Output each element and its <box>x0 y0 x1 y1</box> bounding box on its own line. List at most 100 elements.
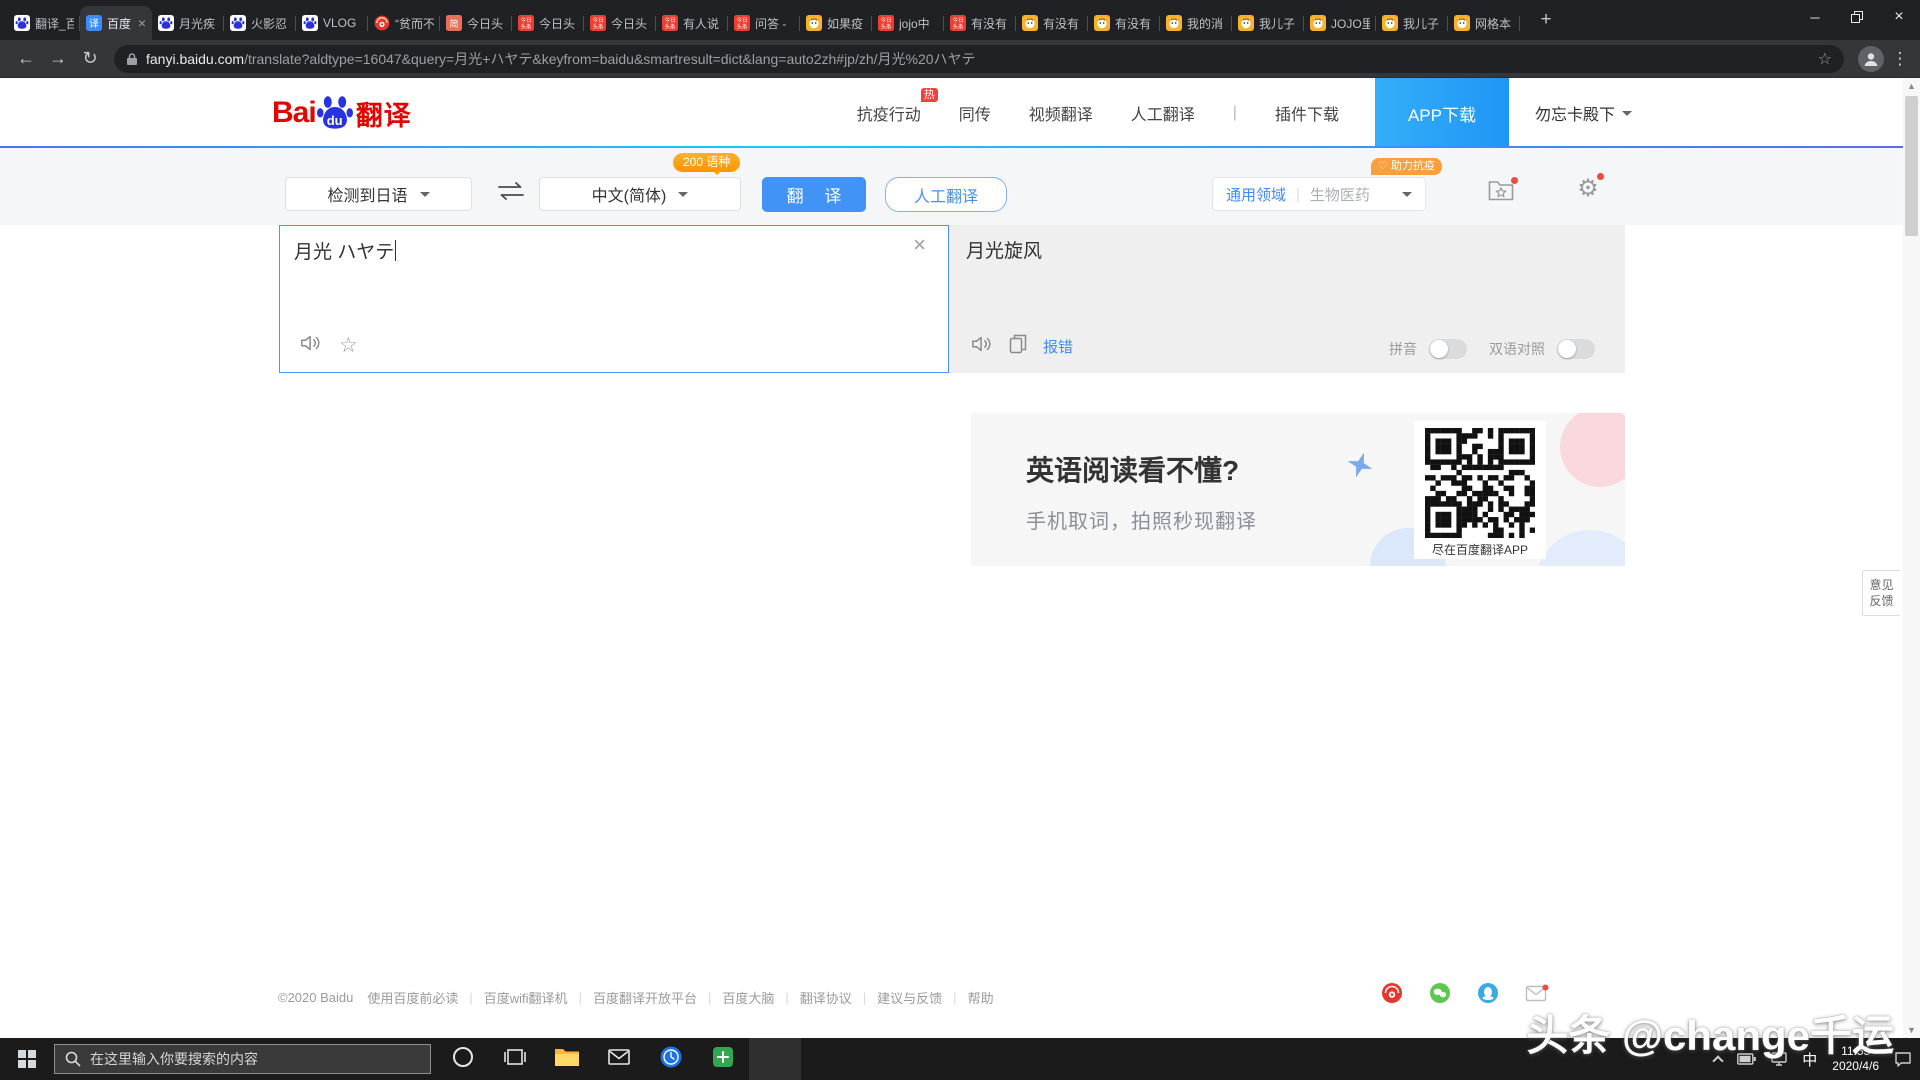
pinyin-toggle[interactable] <box>1429 339 1467 359</box>
browser-tab[interactable]: 我儿子 <box>1232 6 1304 40</box>
windows-logo-icon <box>18 1050 36 1068</box>
decor-circle <box>1535 530 1625 566</box>
user-menu[interactable]: 勿忘卡殿下 <box>1535 101 1632 125</box>
footer-link-4[interactable]: 翻译协议 <box>800 988 852 1007</box>
taskbar-alarms-app-button[interactable] <box>645 1038 697 1080</box>
browser-tab[interactable]: 翻译_百 <box>8 6 80 40</box>
browser-tab[interactable]: 简今日头 <box>440 6 512 40</box>
taskbar-task-view-button[interactable] <box>489 1038 541 1080</box>
browser-tab[interactable]: 我儿子 <box>1376 6 1448 40</box>
weibo-icon[interactable] <box>1381 982 1403 1004</box>
start-button[interactable] <box>0 1038 54 1080</box>
browser-tab[interactable]: VLOG <box>296 6 368 40</box>
tab-title: JOJO里 <box>1331 15 1370 32</box>
baidu-fanyi-logo[interactable]: Bai du 翻译 <box>272 94 412 133</box>
page-scrollbar[interactable]: ▲ ▼ <box>1903 78 1920 1038</box>
browser-tab[interactable]: 今日头条问答 - <box>728 6 800 40</box>
bilingual-label: 双语对照 <box>1489 339 1545 359</box>
taskbar-mail-app-button[interactable] <box>593 1038 645 1080</box>
profile-avatar[interactable] <box>1858 46 1884 72</box>
back-button[interactable]: ← <box>10 43 42 75</box>
scrollbar-thumb[interactable] <box>1905 96 1918 236</box>
footer-link-0[interactable]: 使用百度前必读 <box>367 988 458 1007</box>
settings-button[interactable]: ⚙ <box>1574 175 1602 203</box>
baidu-paw-icon: du <box>317 94 353 132</box>
bookmark-star-icon[interactable]: ☆ <box>1818 49 1832 69</box>
browser-tab[interactable]: 如果疫 <box>800 6 872 40</box>
browser-tab[interactable]: 有没有 <box>1088 6 1160 40</box>
taskbar-green-app-button[interactable] <box>697 1038 749 1080</box>
browser-tab[interactable]: 有没有 <box>1016 6 1088 40</box>
browser-tab[interactable]: 我的消 <box>1160 6 1232 40</box>
footer-link-5[interactable]: 建议与反馈 <box>877 988 942 1007</box>
feedback-tab[interactable]: 意见 反馈 <box>1862 570 1900 616</box>
mail-icon[interactable] <box>1525 983 1549 1003</box>
browser-tab[interactable]: “贫而不 <box>368 6 440 40</box>
domain-biomed-label: 生物医药 <box>1310 184 1370 205</box>
scroll-up-arrow[interactable]: ▲ <box>1903 78 1920 94</box>
forward-button[interactable]: → <box>42 43 74 75</box>
translate-button[interactable]: 翻 译 <box>762 177 866 212</box>
speaker-icon[interactable] <box>300 333 322 358</box>
speaker-icon[interactable] <box>971 334 993 359</box>
address-bar[interactable]: fanyi.baidu.com/translate?aldtype=16047&… <box>114 45 1844 73</box>
browser-tab[interactable]: 月光疾 <box>152 6 224 40</box>
maximize-button[interactable] <box>1836 0 1878 34</box>
app-download-button[interactable]: APP下载 <box>1375 78 1509 148</box>
nav-item-2[interactable]: 视频翻译 <box>1029 101 1093 125</box>
browser-tab[interactable]: JOJO里 <box>1304 6 1376 40</box>
report-error-link[interactable]: 报错 <box>1043 336 1073 357</box>
nav-item-3[interactable]: 人工翻译 <box>1131 101 1195 125</box>
sparkle-icon <box>1346 451 1374 484</box>
phrase-collection-button[interactable] <box>1488 179 1516 207</box>
taskbar-search-box[interactable]: 在这里输入你要搜索的内容 <box>54 1044 431 1074</box>
taskbar-chrome-button[interactable] <box>749 1038 801 1080</box>
footer-link-6[interactable]: 帮助 <box>968 988 994 1007</box>
browser-tab[interactable]: 网格本 <box>1448 6 1520 40</box>
domain-selector[interactable]: 通用领域 | 生物医药 <box>1212 177 1426 211</box>
footer-link-2[interactable]: 百度翻译开放平台 <box>593 988 697 1007</box>
browser-tab[interactable]: 今日头条有没有 <box>944 6 1016 40</box>
footer-link-3[interactable]: 百度大脑 <box>722 988 774 1007</box>
swap-languages-button[interactable] <box>496 181 526 206</box>
target-language-select[interactable]: 中文(简体) <box>539 177 741 211</box>
source-language-select[interactable]: 检测到日语 <box>285 177 472 211</box>
browser-tab[interactable]: 火影忍 <box>224 6 296 40</box>
text-cursor <box>395 240 396 261</box>
taskbar-cortana-button[interactable] <box>437 1038 489 1080</box>
human-translate-button[interactable]: 人工翻译 <box>885 177 1007 212</box>
reload-button[interactable]: ↻ <box>74 43 106 75</box>
bilingual-toggle[interactable] <box>1557 339 1595 359</box>
footer-link-divider: | <box>863 990 866 1005</box>
qr-card: 尽在百度翻译APP <box>1414 421 1546 559</box>
logo-text-bai: Bai <box>272 96 316 130</box>
menu-kebab-icon[interactable]: ⋮ <box>1890 49 1910 69</box>
favorite-star-icon[interactable]: ☆ <box>339 335 358 356</box>
decor-circle <box>1560 413 1625 487</box>
qq-icon[interactable] <box>1477 982 1499 1004</box>
nav-item-4[interactable]: 插件下载 <box>1275 101 1339 125</box>
app-promo-banner[interactable]: 英语阅读看不懂? 手机取词，拍照秒现翻译 尽在百度翻译APP <box>971 413 1625 566</box>
copy-icon[interactable] <box>1009 334 1027 359</box>
new-tab-button[interactable]: + <box>1532 9 1560 33</box>
browser-tab[interactable]: 今日头条今日头 <box>584 6 656 40</box>
wechat-icon[interactable] <box>1429 982 1451 1004</box>
translation-input-panel[interactable]: 月光 ハヤテ × ☆ <box>279 225 949 373</box>
taskbar-file-explorer-button[interactable] <box>541 1038 593 1080</box>
clear-input-button[interactable]: × <box>913 232 926 258</box>
svg-text:译: 译 <box>89 18 99 30</box>
nav-item-0[interactable]: 抗疫行动热 <box>857 101 921 125</box>
minimize-button[interactable]: ─ <box>1794 0 1836 34</box>
jianshu-icon: 简 <box>446 15 462 31</box>
nav-item-1[interactable]: 同传 <box>959 101 991 125</box>
footer-link-1[interactable]: 百度wifi翻译机 <box>484 988 568 1007</box>
browser-tab[interactable]: 今日头条jojo中 <box>872 6 944 40</box>
browser-tab-active[interactable]: 译百度× <box>80 6 152 40</box>
browser-tab[interactable]: 今日头条今日头 <box>512 6 584 40</box>
tab-close-icon[interactable]: × <box>138 16 146 30</box>
input-text[interactable]: 月光 ハヤテ <box>280 226 948 275</box>
action-center-icon[interactable] <box>1894 1051 1912 1067</box>
browser-tab[interactable]: 今日头条有人说 <box>656 6 728 40</box>
scroll-down-arrow[interactable]: ▼ <box>1903 1022 1920 1038</box>
close-button[interactable]: × <box>1878 0 1920 34</box>
